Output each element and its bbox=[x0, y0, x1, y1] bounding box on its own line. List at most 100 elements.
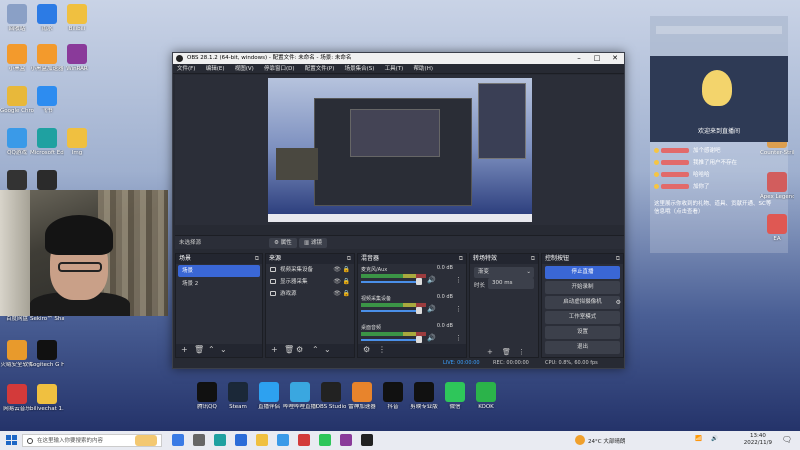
settings-icon[interactable]: ⚙ bbox=[363, 345, 370, 354]
taskbar-app-icon[interactable] bbox=[256, 434, 268, 446]
duration-input[interactable]: 300 ms bbox=[488, 278, 534, 289]
desktop-shortcut[interactable]: Img bbox=[60, 128, 94, 156]
maximize-button[interactable]: □ bbox=[588, 53, 606, 64]
desktop-shortcut[interactable]: 小黑盒加速器 bbox=[30, 44, 64, 72]
desktop-shortcut[interactable]: OBS Studio bbox=[314, 382, 348, 410]
taskbar-app-icon[interactable] bbox=[340, 434, 352, 446]
desktop-shortcut[interactable]: 小黑盒 bbox=[0, 44, 34, 72]
taskbar-clock[interactable]: 13:40 2022/11/9 bbox=[744, 433, 772, 447]
obs-titlebar[interactable]: OBS 28.1.2 (64-bit, windows) - 配置文件: 未命名… bbox=[173, 53, 624, 64]
desktop-shortcut[interactable]: 哔哩哔哩直播姬 bbox=[283, 382, 317, 410]
more-icon[interactable]: ⋮ bbox=[518, 348, 525, 356]
trash-icon[interactable]: 🗑 bbox=[194, 345, 204, 354]
chevron-up-icon[interactable]: ⌃ bbox=[312, 345, 319, 354]
obs-window[interactable]: OBS 28.1.2 (64-bit, windows) - 配置文件: 未命名… bbox=[172, 52, 625, 369]
desktop-shortcut[interactable]: 网易云音乐 bbox=[0, 384, 34, 412]
menu-tools[interactable]: 工具(T) bbox=[385, 64, 404, 74]
trash-icon[interactable]: 🗑 bbox=[502, 348, 511, 356]
more-icon[interactable]: ⋮ bbox=[378, 345, 386, 354]
lock-icon[interactable]: 🔒 bbox=[343, 264, 350, 276]
desktop-shortcut[interactable]: 抖音 bbox=[376, 382, 410, 410]
desktop-shortcut[interactable]: Steam bbox=[221, 382, 255, 410]
source-item[interactable]: 显示器采集 👁 🔒 bbox=[266, 276, 354, 288]
speaker-icon[interactable]: 🔊 bbox=[427, 276, 436, 284]
scene-item[interactable]: 场景 bbox=[178, 265, 260, 277]
desktop-shortcut[interactable]: WinRAR bbox=[60, 44, 94, 72]
taskbar-app-icon[interactable] bbox=[214, 434, 226, 446]
speaker-icon[interactable]: 🔊 bbox=[427, 334, 436, 342]
menu-view[interactable]: 视图(V) bbox=[235, 64, 254, 74]
source-item[interactable]: 视频采集设备 👁 🔒 bbox=[266, 264, 354, 276]
volume-knob[interactable] bbox=[416, 307, 422, 314]
menu-profile[interactable]: 配置文件(P) bbox=[305, 64, 335, 74]
more-icon[interactable]: ⋮ bbox=[455, 334, 462, 342]
volume-slider[interactable] bbox=[361, 339, 421, 341]
menu-edit[interactable]: 编辑(E) bbox=[206, 64, 225, 74]
gear-icon[interactable]: ⚙ bbox=[296, 345, 303, 354]
desktop-shortcut[interactable]: Logitech G HUB bbox=[30, 340, 64, 368]
desktop-shortcut[interactable]: 腾讯QQ bbox=[190, 382, 224, 410]
chevron-down-icon[interactable]: ⌄ bbox=[324, 345, 331, 354]
desktop-shortcut[interactable]: 雷神加速器 bbox=[345, 382, 379, 410]
taskbar-app-icon[interactable] bbox=[235, 434, 247, 446]
volume-knob[interactable] bbox=[416, 336, 422, 343]
taskbar-app-icon[interactable] bbox=[319, 434, 331, 446]
menu-docks[interactable]: 停靠窗口(D) bbox=[264, 64, 295, 74]
trash-icon[interactable]: 🗑 bbox=[284, 345, 294, 354]
preview-canvas[interactable] bbox=[268, 78, 532, 222]
more-icon[interactable]: ⋮ bbox=[455, 305, 462, 313]
transition-select[interactable]: 渐变 ⌄ bbox=[474, 267, 534, 278]
desktop-shortcut[interactable]: Microsoft Edge bbox=[30, 128, 64, 156]
more-icon[interactable]: ⋮ bbox=[455, 276, 462, 284]
weather-text[interactable]: 24°C 大部晴朗 bbox=[588, 437, 625, 445]
desktop-shortcut[interactable]: 微信 bbox=[438, 382, 472, 410]
volume-knob[interactable] bbox=[416, 278, 422, 285]
lock-icon[interactable]: 🔒 bbox=[343, 276, 350, 288]
desktop-shortcut[interactable]: Google Chrome bbox=[0, 86, 34, 114]
properties-button[interactable]: ⚙ 属性 bbox=[269, 238, 297, 248]
filters-button[interactable]: ▥ 滤镜 bbox=[299, 238, 327, 248]
add-icon[interactable]: + bbox=[181, 345, 188, 354]
taskbar-app-icon[interactable] bbox=[277, 434, 289, 446]
exit-button[interactable]: 退出 bbox=[545, 341, 620, 354]
minimize-button[interactable]: – bbox=[570, 53, 588, 64]
start-recording-button[interactable]: 开始录制 bbox=[545, 281, 620, 294]
desktop-shortcut[interactable]: bilivechat 1... bbox=[30, 384, 64, 412]
lock-icon[interactable]: 🔒 bbox=[343, 288, 350, 300]
desktop-shortcut[interactable]: 雨水 bbox=[30, 4, 64, 32]
taskbar-app-icon[interactable] bbox=[172, 434, 184, 446]
menu-file[interactable]: 文件(F) bbox=[177, 64, 195, 74]
volume-icon[interactable]: 🔊 bbox=[711, 436, 718, 442]
desktop-shortcut[interactable]: QQ游戏 bbox=[0, 128, 34, 156]
virtual-camera-button[interactable]: 启动虚拟摄像机 ⚙ bbox=[545, 296, 621, 309]
close-button[interactable]: ✕ bbox=[606, 53, 624, 64]
source-item[interactable]: 游戏源 👁 🔒 bbox=[266, 288, 354, 300]
speaker-icon[interactable]: 🔊 bbox=[427, 305, 436, 313]
volume-slider[interactable] bbox=[361, 281, 421, 283]
desktop-shortcut[interactable]: KOOK bbox=[469, 382, 503, 410]
settings-button[interactable]: 设置 bbox=[545, 326, 620, 339]
taskbar-app-icon[interactable] bbox=[193, 434, 205, 446]
add-icon[interactable]: + bbox=[487, 348, 493, 356]
windows-start-icon[interactable] bbox=[6, 435, 17, 445]
eye-icon[interactable]: 👁 bbox=[333, 276, 341, 288]
taskbar-app-icon[interactable] bbox=[361, 434, 373, 446]
desktop-shortcut[interactable]: 回收站 bbox=[0, 4, 34, 32]
studio-mode-button[interactable]: 工作室模式 bbox=[545, 311, 620, 324]
notification-icon[interactable]: 🗨 bbox=[782, 435, 792, 444]
desktop-shortcut[interactable]: 火绒安全软件 bbox=[0, 340, 34, 368]
desktop-shortcut[interactable]: 剪映专业版 bbox=[407, 382, 441, 410]
desktop-shortcut[interactable]: 飞书 bbox=[30, 86, 64, 114]
obs-preview[interactable] bbox=[175, 75, 624, 225]
desktop-shortcut[interactable]: 直播伴侣 bbox=[252, 382, 286, 410]
gear-icon[interactable]: ⚙ bbox=[616, 296, 621, 309]
menu-help[interactable]: 帮助(H) bbox=[414, 64, 433, 74]
network-icon[interactable]: 📶 bbox=[695, 436, 702, 442]
taskbar-search[interactable]: 在这里输入你要搜索的内容 bbox=[22, 434, 162, 447]
scene-item[interactable]: 场景 2 bbox=[178, 278, 260, 290]
chevron-down-icon[interactable]: ⌄ bbox=[220, 345, 227, 354]
chevron-up-icon[interactable]: ⌃ bbox=[208, 345, 215, 354]
taskbar-app-icon[interactable] bbox=[298, 434, 310, 446]
add-icon[interactable]: + bbox=[271, 345, 278, 354]
stop-streaming-button[interactable]: 停止直播 bbox=[545, 266, 620, 279]
